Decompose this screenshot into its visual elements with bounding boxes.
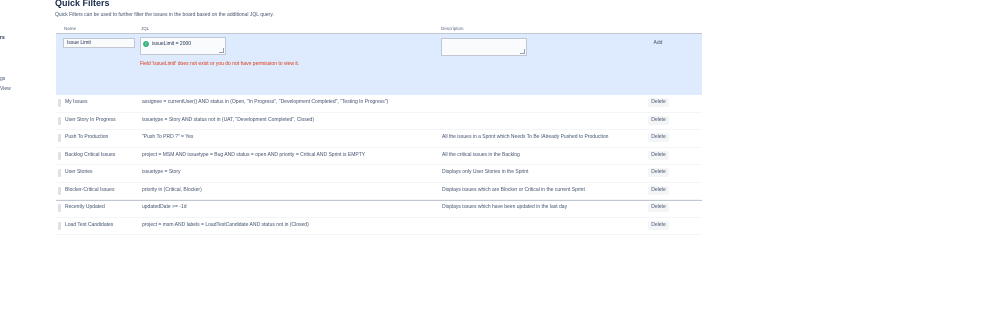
delete-button[interactable]: Delete [648,185,669,195]
resize-handle-icon[interactable] [520,49,525,54]
filter-jql[interactable]: project = MSM AND issuetype = Bug AND st… [142,152,365,158]
filter-name[interactable]: Load Test Candidates [65,222,113,228]
filter-jql[interactable]: priority in (Critical, Blocker) [142,187,202,193]
drag-handle-icon[interactable] [58,151,61,160]
column-header-jql: JQL [141,26,150,31]
filter-row[interactable]: Load Test Candidates project = msm AND la… [56,218,702,235]
jql-input[interactable]: ✓ issueLimit = 2000 [140,37,226,55]
filter-jql[interactable]: issuetype = Story [142,169,181,175]
filter-list: My Issues assignee = currentUser() AND st… [56,95,702,235]
description-input[interactable] [441,38,527,56]
filter-row[interactable]: Push To Production "Push To PRD ?" = Yes A… [56,130,702,148]
jql-error-message: Field 'issueLimit' does not exist or you… [140,61,300,67]
delete-button[interactable]: Delete [648,150,669,160]
check-circle-icon: ✓ [143,41,149,47]
filter-description[interactable]: All the critical issues in the Backlog [442,152,520,158]
drag-handle-icon[interactable] [58,116,61,125]
delete-button[interactable]: Delete [648,115,669,125]
delete-button[interactable]: Delete [648,133,669,142]
filter-row[interactable]: Backlog Critical Issues project = MSM AND… [56,148,702,165]
sidebar-fragment-view[interactable]: View [0,86,11,92]
filter-jql[interactable]: assignee = currentUser() AND status in (… [142,99,388,105]
table-bottom-divider [56,200,702,201]
column-header-description: Description [441,26,464,31]
delete-button[interactable]: Delete [648,168,669,177]
add-button[interactable]: Add [648,39,668,48]
filter-jql[interactable]: "Push To PRD ?" = Yes [142,134,193,140]
page-title: Quick Filters [55,0,110,8]
drag-handle-icon[interactable] [58,169,61,177]
filter-jql[interactable]: updatedDate >= -1d [142,204,186,210]
drag-handle-icon[interactable] [58,134,61,142]
filter-jql[interactable]: project = msm AND labels = LoadTestCandi… [142,222,309,228]
filter-row[interactable]: User Stories issuetype = Story Displays on… [56,165,702,183]
drag-handle-icon[interactable] [58,99,61,107]
delete-button[interactable]: Delete [648,220,669,230]
filter-name[interactable]: Push To Production [65,134,108,140]
add-filter-row: ✓ issueLimit = 2000 Field 'issueLimit' d… [56,33,702,95]
filter-name[interactable]: User Story In Progress [65,117,116,123]
drag-handle-icon[interactable] [58,221,61,230]
filter-row[interactable]: My Issues assignee = currentUser() AND st… [56,95,702,113]
filter-row[interactable]: Blocker-Critical Issues priority in (Crit… [56,183,702,200]
filter-jql[interactable]: issuetype = Story AND status not in (UAT… [142,117,314,123]
filter-description[interactable]: Displays issues which have been updated … [442,204,567,210]
delete-button[interactable]: Delete [648,203,669,212]
jql-input-value: issueLimit = 2000 [152,41,192,47]
filter-description[interactable]: Displays only User Stories in the Sprint [442,169,528,175]
filter-row[interactable]: Recently Updated updatedDate >= -1d Displa… [56,200,702,218]
filter-row[interactable]: User Story In Progress issuetype = Story … [56,113,702,130]
filter-name[interactable]: Recently Updated [65,204,105,210]
filter-description[interactable]: All the issues in a Sprint which Needs T… [442,134,608,140]
filter-description[interactable]: Displays issues which are Blocker or Cri… [442,187,585,193]
filter-name[interactable]: Blocker-Critical Issues [65,187,114,193]
sidebar-fragment-filters[interactable]: rs [0,35,5,41]
drag-handle-icon[interactable] [58,204,61,212]
filter-name[interactable]: User Stories [65,169,93,175]
delete-button[interactable]: Delete [648,98,669,107]
filter-name[interactable]: Backlog Critical Issues [65,152,115,158]
resize-handle-icon[interactable] [219,48,224,53]
sidebar-fragment-settings[interactable]: gs [0,76,5,82]
page-description: Quick Filters can be used to further fil… [55,12,274,18]
column-header-name: Name [64,26,77,31]
filter-name-input[interactable] [63,38,135,48]
drag-handle-icon[interactable] [58,186,61,195]
filter-name[interactable]: My Issues [65,99,88,105]
